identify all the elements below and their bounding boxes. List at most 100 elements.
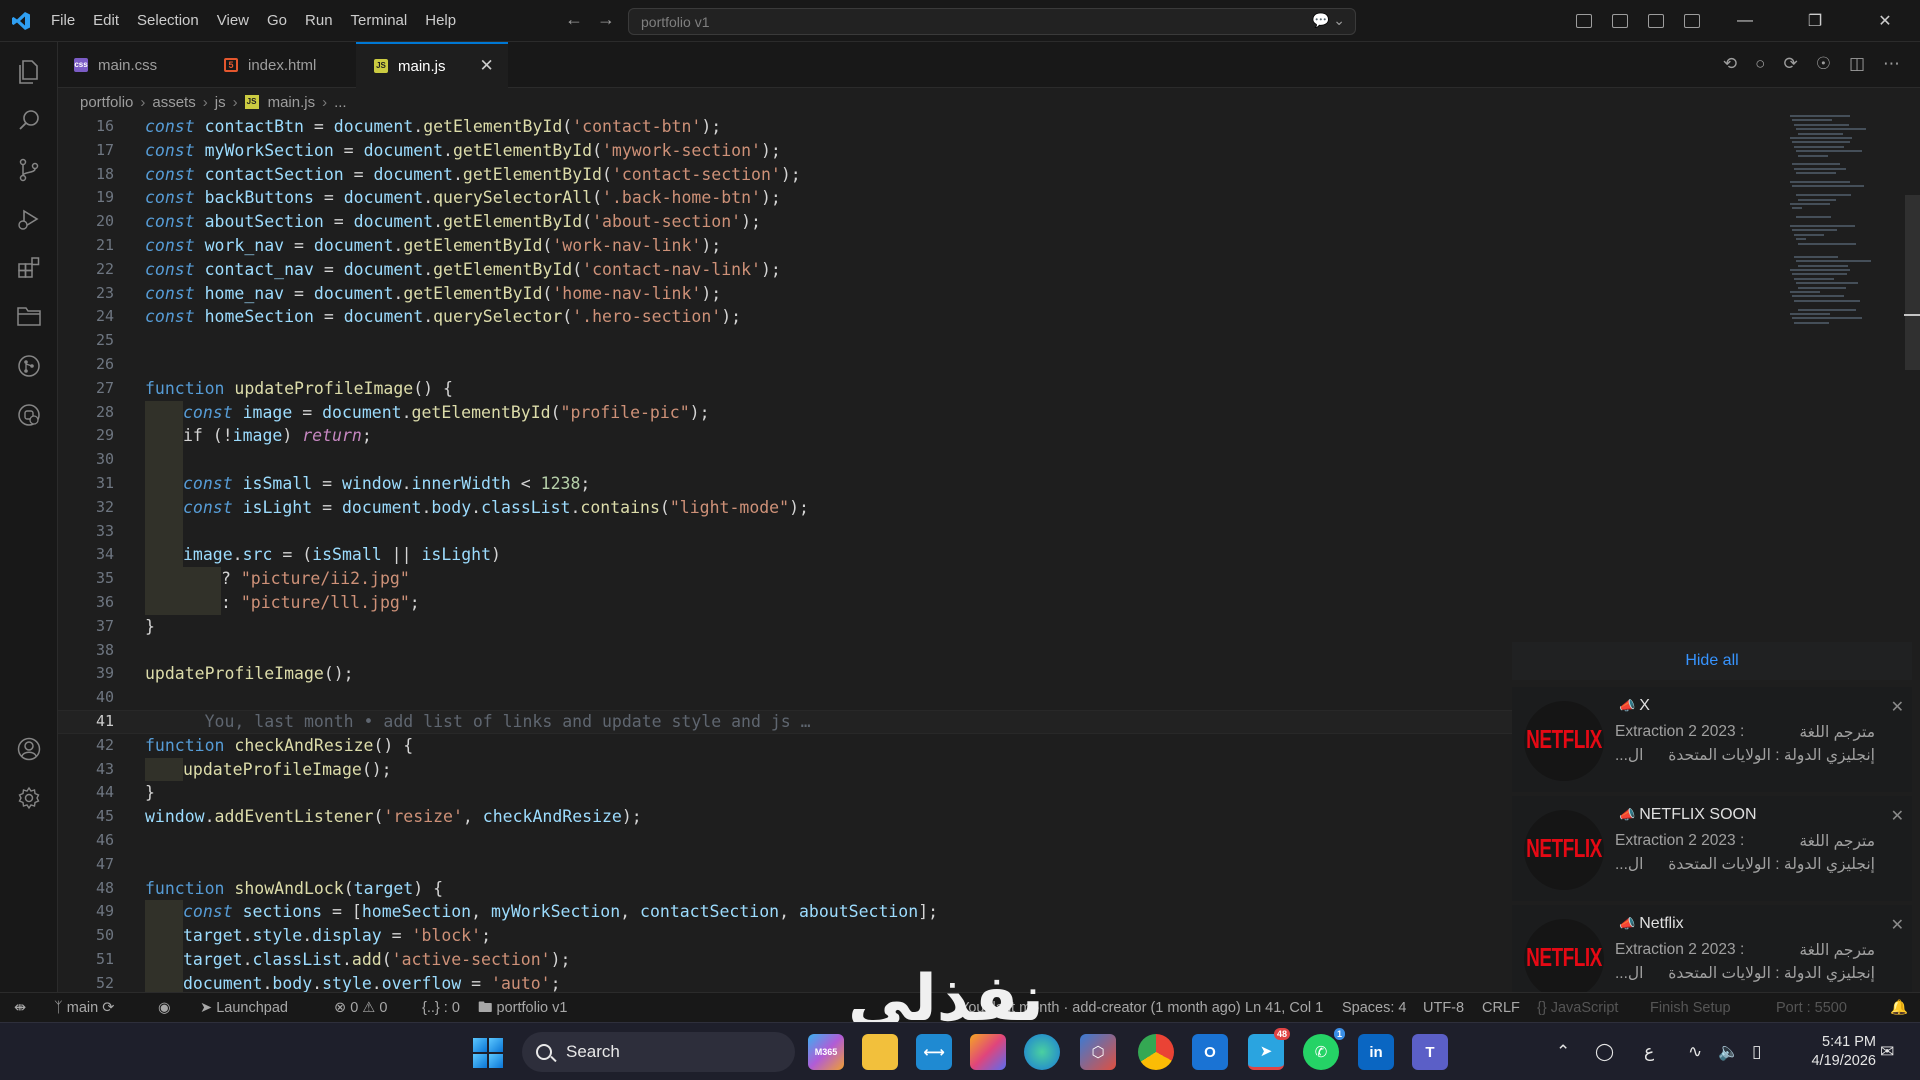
code-line[interactable]: 36: "picture/lll.jpg"; — [58, 591, 1790, 615]
back-arrow-icon[interactable]: ← — [565, 9, 583, 30]
code-line[interactable]: 16 const contactBtn = document.getElement… — [58, 115, 1790, 139]
project-manager-icon[interactable] — [17, 304, 41, 328]
more-actions-icon[interactable]: ⋯ — [1883, 54, 1900, 74]
encoding-status[interactable]: UTF-8 — [1423, 993, 1464, 1023]
code-line[interactable]: 34 image.src = (isSmall || isLight) — [58, 543, 1790, 568]
security-shield-icon[interactable]: ⬡ — [1080, 1034, 1116, 1070]
code-line[interactable]: 23 const home_nav = document.getElementBy… — [58, 282, 1790, 306]
code-line[interactable]: 25 — [58, 329, 1790, 353]
previous-change-icon[interactable]: ⟲ — [1723, 54, 1737, 74]
cursor-position[interactable]: Ln 41, Col 1 — [1245, 993, 1323, 1023]
menu-terminal[interactable]: Terminal — [342, 0, 417, 42]
copilot-chat-icon[interactable]: 💬 ⌄ — [1312, 12, 1345, 29]
eol-status[interactable]: CRLF — [1482, 993, 1520, 1023]
finish-setup-status[interactable]: Finish Setup — [1650, 993, 1731, 1023]
code-line[interactable]: 17 const myWorkSection = document.getElem… — [58, 139, 1790, 163]
m365-copilot-icon[interactable]: M365 — [808, 1034, 844, 1070]
code-line[interactable]: 19 const backButtons = document.querySele… — [58, 186, 1790, 210]
notification-center-icon[interactable]: ✉ — [1880, 1023, 1894, 1080]
code-line[interactable]: 20 const aboutSection = document.getEleme… — [58, 210, 1790, 234]
close-window-icon[interactable]: ✕ — [1860, 11, 1910, 31]
code-line[interactable]: 35? "picture/ii2.jpg" — [58, 567, 1790, 591]
toggle-secondary-sidebar-icon[interactable] — [1684, 14, 1700, 28]
menu-help[interactable]: Help — [416, 0, 465, 42]
telegram-icon[interactable]: ➤ 48 — [1248, 1028, 1290, 1070]
customize-layout-icon[interactable] — [1576, 14, 1592, 28]
notification-card[interactable]: NETFLIX 📣 NETFLIX SOON Extraction 2 2023 … — [1512, 796, 1912, 901]
menu-run[interactable]: Run — [296, 0, 342, 42]
minimize-icon[interactable]: — — [1720, 12, 1770, 30]
source-control-icon[interactable] — [17, 158, 41, 182]
live-server-port[interactable]: Port : 5500 — [1776, 993, 1847, 1023]
bracket-count[interactable]: {..} : 0 — [422, 993, 460, 1023]
show-hidden-icons-icon[interactable]: ⌃ — [1556, 1023, 1570, 1080]
notification-card[interactable]: NETFLIX 📣 X Extraction 2 2023 : مترجم اللغ… — [1512, 687, 1912, 792]
extensions-icon[interactable] — [17, 256, 41, 280]
command-center-search[interactable]: portfolio v1 💬 ⌄ — [628, 8, 1356, 35]
git-graph-icon[interactable]: ◉ — [158, 993, 171, 1023]
notifications-bell-icon[interactable]: 🔔 — [1890, 993, 1908, 1023]
branch-status[interactable]: ᛉ main ⟳ — [54, 993, 114, 1023]
wifi-icon[interactable]: ∿ — [1688, 1023, 1702, 1080]
volume-icon[interactable]: 🔈 — [1718, 1023, 1739, 1080]
whatsapp-icon[interactable]: ✆ 1 — [1303, 1028, 1345, 1070]
breadcrumb-item[interactable]: js — [215, 94, 226, 111]
language-mode[interactable]: {} JavaScript — [1537, 993, 1618, 1023]
code-line[interactable]: 24 const homeSection = document.querySele… — [58, 305, 1790, 329]
code-line[interactable]: 33 — [58, 519, 1790, 544]
compare-changes-icon[interactable]: ○ — [1755, 54, 1765, 74]
breadcrumb-item[interactable]: main.js — [268, 94, 316, 111]
linkedin-icon[interactable]: in — [1358, 1034, 1394, 1070]
menu-edit[interactable]: Edit — [84, 0, 128, 42]
copilot-icon[interactable] — [970, 1034, 1006, 1070]
toggle-panel-icon[interactable] — [1648, 14, 1664, 28]
close-tab-icon[interactable]: ✕ — [480, 56, 494, 76]
launchpad-status[interactable]: ➤ Launchpad — [200, 993, 288, 1023]
chrome-icon[interactable] — [1138, 1034, 1174, 1070]
taskbar-clock[interactable]: 5:41 PM 4/19/2026 — [1796, 1033, 1876, 1071]
tab-main-js[interactable]: JS main.js ✕ — [356, 42, 508, 88]
run-debug-icon[interactable] — [17, 207, 41, 231]
search-icon[interactable] — [17, 108, 41, 132]
breadcrumb-item[interactable]: portfolio — [80, 94, 133, 111]
start-button-icon[interactable] — [473, 1038, 503, 1068]
code-line[interactable]: 22 const contact_nav = document.getElemen… — [58, 258, 1790, 282]
code-line[interactable]: 28 const image = document.getElementById(… — [58, 400, 1790, 425]
tab-index-html[interactable]: 5 index.html — [224, 42, 364, 88]
git-blame-status[interactable]: You, last month · add-creator (1 month a… — [960, 993, 1241, 1023]
battery-icon[interactable]: ▯ — [1752, 1023, 1761, 1080]
explorer-icon[interactable] — [17, 60, 41, 84]
outlook-icon[interactable]: O — [1192, 1034, 1228, 1070]
account-icon[interactable] — [17, 737, 41, 761]
breadcrumb-item[interactable]: ... — [334, 94, 347, 111]
close-notification-icon[interactable]: ✕ — [1891, 806, 1904, 826]
restore-icon[interactable]: ❐ — [1790, 11, 1840, 31]
forward-arrow-icon[interactable]: → — [597, 9, 615, 30]
code-line[interactable]: 31 const isSmall = window.innerWidth < 12… — [58, 472, 1790, 496]
manage-gear-icon[interactable] — [17, 786, 41, 810]
code-line[interactable]: 30 — [58, 448, 1790, 472]
edge-icon[interactable] — [1024, 1034, 1060, 1070]
input-language[interactable]: ع — [1644, 1023, 1654, 1080]
code-line[interactable]: 27 function updateProfileImage() { — [58, 377, 1790, 401]
code-line[interactable]: 21 const work_nav = document.getElementBy… — [58, 234, 1790, 258]
accessibility-icon[interactable]: ◯ — [1595, 1023, 1614, 1080]
close-notification-icon[interactable]: ✕ — [1891, 915, 1904, 935]
split-editor-icon[interactable]: ◫ — [1849, 54, 1865, 74]
code-line[interactable]: 32 const isLight = document.body.classLis… — [58, 495, 1790, 520]
open-changes-icon[interactable]: ☉ — [1816, 54, 1831, 74]
code-line[interactable]: 26 — [58, 353, 1790, 377]
vertical-scrollbar[interactable] — [1905, 195, 1920, 370]
next-change-icon[interactable]: ⟳ — [1783, 54, 1797, 74]
toggle-primary-sidebar-icon[interactable] — [1612, 14, 1628, 28]
code-line[interactable]: 18 const contactSection = document.getEle… — [58, 163, 1790, 187]
remote-explorer-icon[interactable] — [17, 403, 41, 427]
tab-main-css[interactable]: css main.css — [74, 42, 194, 88]
menu-file[interactable]: File — [42, 0, 84, 42]
indentation-status[interactable]: Spaces: 4 — [1342, 993, 1407, 1023]
hide-all-button[interactable]: Hide all — [1512, 642, 1912, 680]
taskbar-search[interactable]: Search — [522, 1032, 795, 1072]
breadcrumb-item[interactable]: assets — [152, 94, 195, 111]
menu-view[interactable]: View — [208, 0, 258, 42]
remote-indicator-icon[interactable]: ⇼ — [14, 993, 26, 1023]
